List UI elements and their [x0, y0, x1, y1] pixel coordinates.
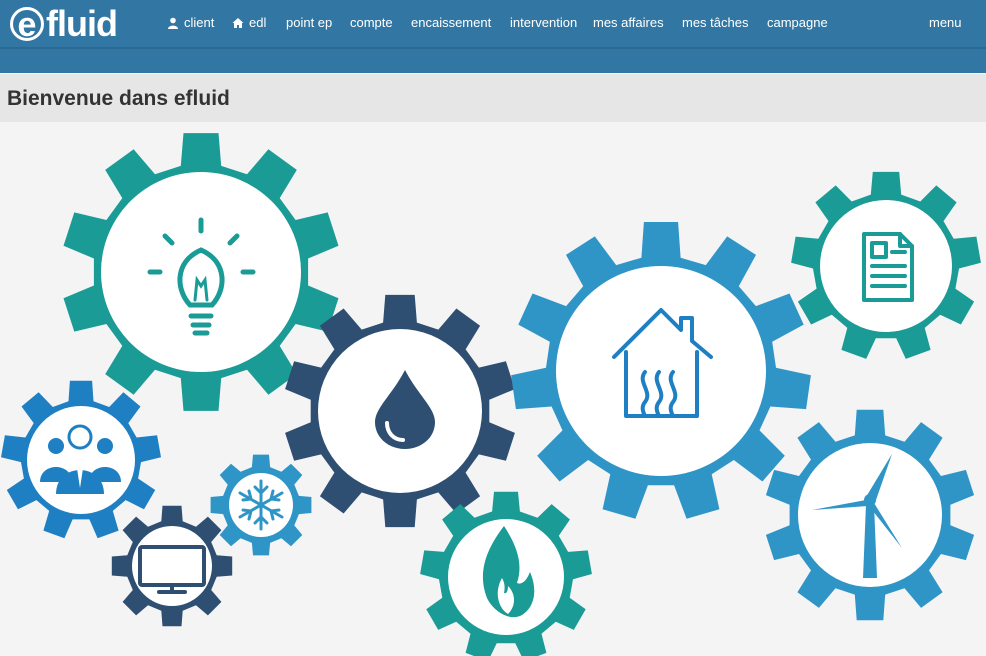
- nav-item-encaissement[interactable]: encaissement: [411, 15, 491, 30]
- top-navbar: [0, 0, 986, 49]
- menu-button[interactable]: menu: [929, 15, 962, 30]
- user-icon: [168, 17, 178, 29]
- sub-navbar: [0, 49, 986, 73]
- page-title: Bienvenue dans efluid: [7, 87, 230, 110]
- gear-hole: [556, 266, 766, 476]
- nav-item-mes-affaires[interactable]: mes affaires: [593, 15, 664, 30]
- nav-label: encaissement: [411, 15, 492, 30]
- nav-item-point-ep[interactable]: point ep: [286, 15, 332, 30]
- nav-label: client: [184, 15, 215, 30]
- nav-item-client[interactable]: client: [167, 15, 214, 30]
- nav-label: edl: [249, 15, 267, 30]
- gear-users-group: [1, 380, 161, 539]
- energy-gears-illustration: [1, 133, 981, 656]
- logo-word: fluid: [46, 3, 118, 44]
- gear-heated-house: [511, 222, 811, 519]
- nav-label: campagne: [767, 15, 828, 30]
- logo-letter: e: [10, 7, 44, 42]
- efluid-logo[interactable]: e fluid: [10, 3, 118, 44]
- nav-label: point ep: [286, 15, 333, 30]
- nav-item-edl[interactable]: edl: [232, 15, 266, 30]
- nav-label: compte: [350, 15, 393, 30]
- gear-hole: [101, 172, 301, 372]
- nav-item-mes-taches[interactable]: mes tâches: [682, 15, 748, 30]
- nav-label: mes affaires: [593, 15, 664, 30]
- home-icon: [232, 17, 244, 28]
- gear-hole: [27, 406, 135, 514]
- nav-item-campagne[interactable]: campagne: [767, 15, 828, 30]
- menu-label: menu: [929, 15, 962, 30]
- nav-label: mes tâches: [682, 15, 749, 30]
- gear-monitor: [111, 505, 233, 627]
- nav-item-compte[interactable]: compte: [350, 15, 393, 30]
- nav-label: intervention: [510, 15, 578, 30]
- nav-item-intervention[interactable]: intervention: [510, 15, 577, 30]
